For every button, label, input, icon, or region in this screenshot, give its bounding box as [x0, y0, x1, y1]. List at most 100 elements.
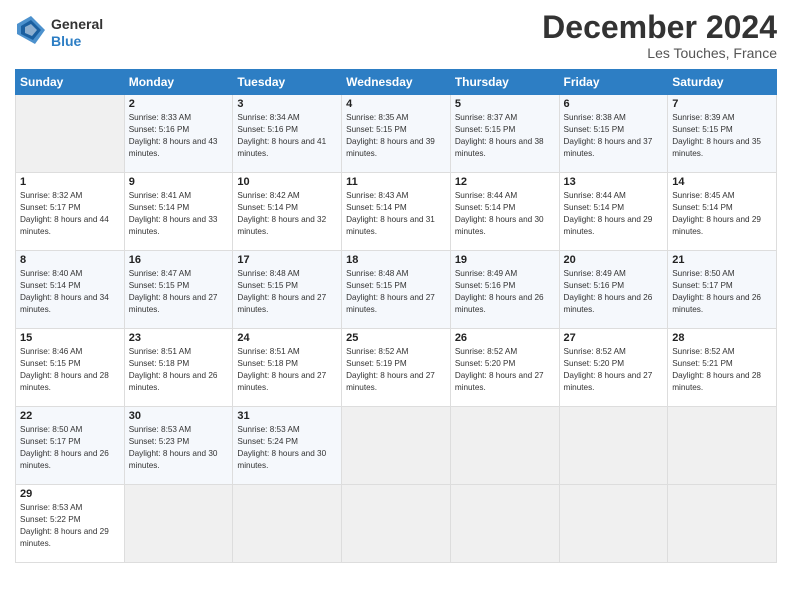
calendar-cell: 1 Sunrise: 8:32 AMSunset: 5:17 PMDayligh… — [16, 173, 125, 251]
day-detail: Sunrise: 8:48 AMSunset: 5:15 PMDaylight:… — [346, 269, 435, 314]
day-detail: Sunrise: 8:41 AMSunset: 5:14 PMDaylight:… — [129, 191, 218, 236]
day-number: 19 — [455, 254, 555, 266]
calendar-cell — [559, 485, 668, 563]
col-thursday: Thursday — [450, 70, 559, 95]
calendar-cell: 3 Sunrise: 8:34 AMSunset: 5:16 PMDayligh… — [233, 95, 342, 173]
day-detail: Sunrise: 8:35 AMSunset: 5:15 PMDaylight:… — [346, 113, 435, 158]
day-detail: Sunrise: 8:50 AMSunset: 5:17 PMDaylight:… — [20, 425, 109, 470]
day-number: 18 — [346, 254, 446, 266]
calendar-cell: 29 Sunrise: 8:53 AMSunset: 5:22 PMDaylig… — [16, 485, 125, 563]
calendar-cell: 14 Sunrise: 8:45 AMSunset: 5:14 PMDaylig… — [668, 173, 777, 251]
col-monday: Monday — [124, 70, 233, 95]
calendar-week-row: 2 Sunrise: 8:33 AMSunset: 5:16 PMDayligh… — [16, 95, 777, 173]
day-number: 30 — [129, 410, 229, 422]
day-number: 28 — [672, 332, 772, 344]
day-detail: Sunrise: 8:52 AMSunset: 5:20 PMDaylight:… — [564, 347, 653, 392]
calendar-cell: 9 Sunrise: 8:41 AMSunset: 5:14 PMDayligh… — [124, 173, 233, 251]
calendar-cell — [668, 407, 777, 485]
day-number: 27 — [564, 332, 664, 344]
day-number: 8 — [20, 254, 120, 266]
day-detail: Sunrise: 8:38 AMSunset: 5:15 PMDaylight:… — [564, 113, 653, 158]
calendar-cell: 19 Sunrise: 8:49 AMSunset: 5:16 PMDaylig… — [450, 251, 559, 329]
calendar-cell — [16, 95, 125, 173]
day-number: 14 — [672, 176, 772, 188]
day-detail: Sunrise: 8:53 AMSunset: 5:23 PMDaylight:… — [129, 425, 218, 470]
calendar-cell: 21 Sunrise: 8:50 AMSunset: 5:17 PMDaylig… — [668, 251, 777, 329]
calendar-week-row: 1 Sunrise: 8:32 AMSunset: 5:17 PMDayligh… — [16, 173, 777, 251]
calendar-cell — [233, 485, 342, 563]
day-detail: Sunrise: 8:45 AMSunset: 5:14 PMDaylight:… — [672, 191, 761, 236]
day-detail: Sunrise: 8:40 AMSunset: 5:14 PMDaylight:… — [20, 269, 109, 314]
logo-icon — [15, 14, 47, 46]
day-detail: Sunrise: 8:52 AMSunset: 5:21 PMDaylight:… — [672, 347, 761, 392]
calendar-cell: 30 Sunrise: 8:53 AMSunset: 5:23 PMDaylig… — [124, 407, 233, 485]
col-friday: Friday — [559, 70, 668, 95]
day-number: 21 — [672, 254, 772, 266]
logo-line2: Blue — [51, 33, 103, 50]
day-number: 6 — [564, 98, 664, 110]
col-saturday: Saturday — [668, 70, 777, 95]
calendar-week-row: 8 Sunrise: 8:40 AMSunset: 5:14 PMDayligh… — [16, 251, 777, 329]
calendar-cell: 20 Sunrise: 8:49 AMSunset: 5:16 PMDaylig… — [559, 251, 668, 329]
day-number: 17 — [237, 254, 337, 266]
day-detail: Sunrise: 8:49 AMSunset: 5:16 PMDaylight:… — [455, 269, 544, 314]
calendar-cell: 12 Sunrise: 8:44 AMSunset: 5:14 PMDaylig… — [450, 173, 559, 251]
day-detail: Sunrise: 8:33 AMSunset: 5:16 PMDaylight:… — [129, 113, 218, 158]
day-number: 3 — [237, 98, 337, 110]
day-detail: Sunrise: 8:43 AMSunset: 5:14 PMDaylight:… — [346, 191, 435, 236]
header-row: Sunday Monday Tuesday Wednesday Thursday… — [16, 70, 777, 95]
day-detail: Sunrise: 8:52 AMSunset: 5:20 PMDaylight:… — [455, 347, 544, 392]
calendar-cell: 27 Sunrise: 8:52 AMSunset: 5:20 PMDaylig… — [559, 329, 668, 407]
calendar-cell: 8 Sunrise: 8:40 AMSunset: 5:14 PMDayligh… — [16, 251, 125, 329]
col-wednesday: Wednesday — [342, 70, 451, 95]
calendar-cell: 5 Sunrise: 8:37 AMSunset: 5:15 PMDayligh… — [450, 95, 559, 173]
day-detail: Sunrise: 8:47 AMSunset: 5:15 PMDaylight:… — [129, 269, 218, 314]
logo: General Blue — [15, 14, 103, 51]
calendar-cell: 26 Sunrise: 8:52 AMSunset: 5:20 PMDaylig… — [450, 329, 559, 407]
day-number: 11 — [346, 176, 446, 188]
day-detail: Sunrise: 8:50 AMSunset: 5:17 PMDaylight:… — [672, 269, 761, 314]
calendar-cell: 15 Sunrise: 8:46 AMSunset: 5:15 PMDaylig… — [16, 329, 125, 407]
day-number: 7 — [672, 98, 772, 110]
calendar-cell — [342, 485, 451, 563]
calendar-cell: 23 Sunrise: 8:51 AMSunset: 5:18 PMDaylig… — [124, 329, 233, 407]
calendar-week-row: 22 Sunrise: 8:50 AMSunset: 5:17 PMDaylig… — [16, 407, 777, 485]
day-number: 22 — [20, 410, 120, 422]
day-number: 29 — [20, 488, 120, 500]
location: Les Touches, France — [542, 45, 777, 61]
day-number: 10 — [237, 176, 337, 188]
day-number: 16 — [129, 254, 229, 266]
calendar-cell: 22 Sunrise: 8:50 AMSunset: 5:17 PMDaylig… — [16, 407, 125, 485]
day-number: 4 — [346, 98, 446, 110]
month-title: December 2024 — [542, 10, 777, 45]
calendar-cell: 10 Sunrise: 8:42 AMSunset: 5:14 PMDaylig… — [233, 173, 342, 251]
calendar-cell — [342, 407, 451, 485]
day-detail: Sunrise: 8:52 AMSunset: 5:19 PMDaylight:… — [346, 347, 435, 392]
calendar-cell: 24 Sunrise: 8:51 AMSunset: 5:18 PMDaylig… — [233, 329, 342, 407]
calendar-cell: 7 Sunrise: 8:39 AMSunset: 5:15 PMDayligh… — [668, 95, 777, 173]
day-number: 20 — [564, 254, 664, 266]
calendar-page: General Blue December 2024 Les Touches, … — [0, 0, 792, 612]
day-number: 25 — [346, 332, 446, 344]
calendar-cell: 4 Sunrise: 8:35 AMSunset: 5:15 PMDayligh… — [342, 95, 451, 173]
day-number: 5 — [455, 98, 555, 110]
day-number: 13 — [564, 176, 664, 188]
day-detail: Sunrise: 8:51 AMSunset: 5:18 PMDaylight:… — [129, 347, 218, 392]
header: General Blue December 2024 Les Touches, … — [15, 10, 777, 61]
calendar-table: Sunday Monday Tuesday Wednesday Thursday… — [15, 69, 777, 563]
day-detail: Sunrise: 8:32 AMSunset: 5:17 PMDaylight:… — [20, 191, 109, 236]
day-number: 2 — [129, 98, 229, 110]
calendar-cell: 16 Sunrise: 8:47 AMSunset: 5:15 PMDaylig… — [124, 251, 233, 329]
day-number: 31 — [237, 410, 337, 422]
day-number: 24 — [237, 332, 337, 344]
title-block: December 2024 Les Touches, France — [542, 10, 777, 61]
calendar-cell — [450, 485, 559, 563]
calendar-cell: 28 Sunrise: 8:52 AMSunset: 5:21 PMDaylig… — [668, 329, 777, 407]
col-sunday: Sunday — [16, 70, 125, 95]
day-detail: Sunrise: 8:39 AMSunset: 5:15 PMDaylight:… — [672, 113, 761, 158]
calendar-cell: 25 Sunrise: 8:52 AMSunset: 5:19 PMDaylig… — [342, 329, 451, 407]
day-detail: Sunrise: 8:44 AMSunset: 5:14 PMDaylight:… — [455, 191, 544, 236]
col-tuesday: Tuesday — [233, 70, 342, 95]
day-number: 26 — [455, 332, 555, 344]
calendar-cell — [559, 407, 668, 485]
